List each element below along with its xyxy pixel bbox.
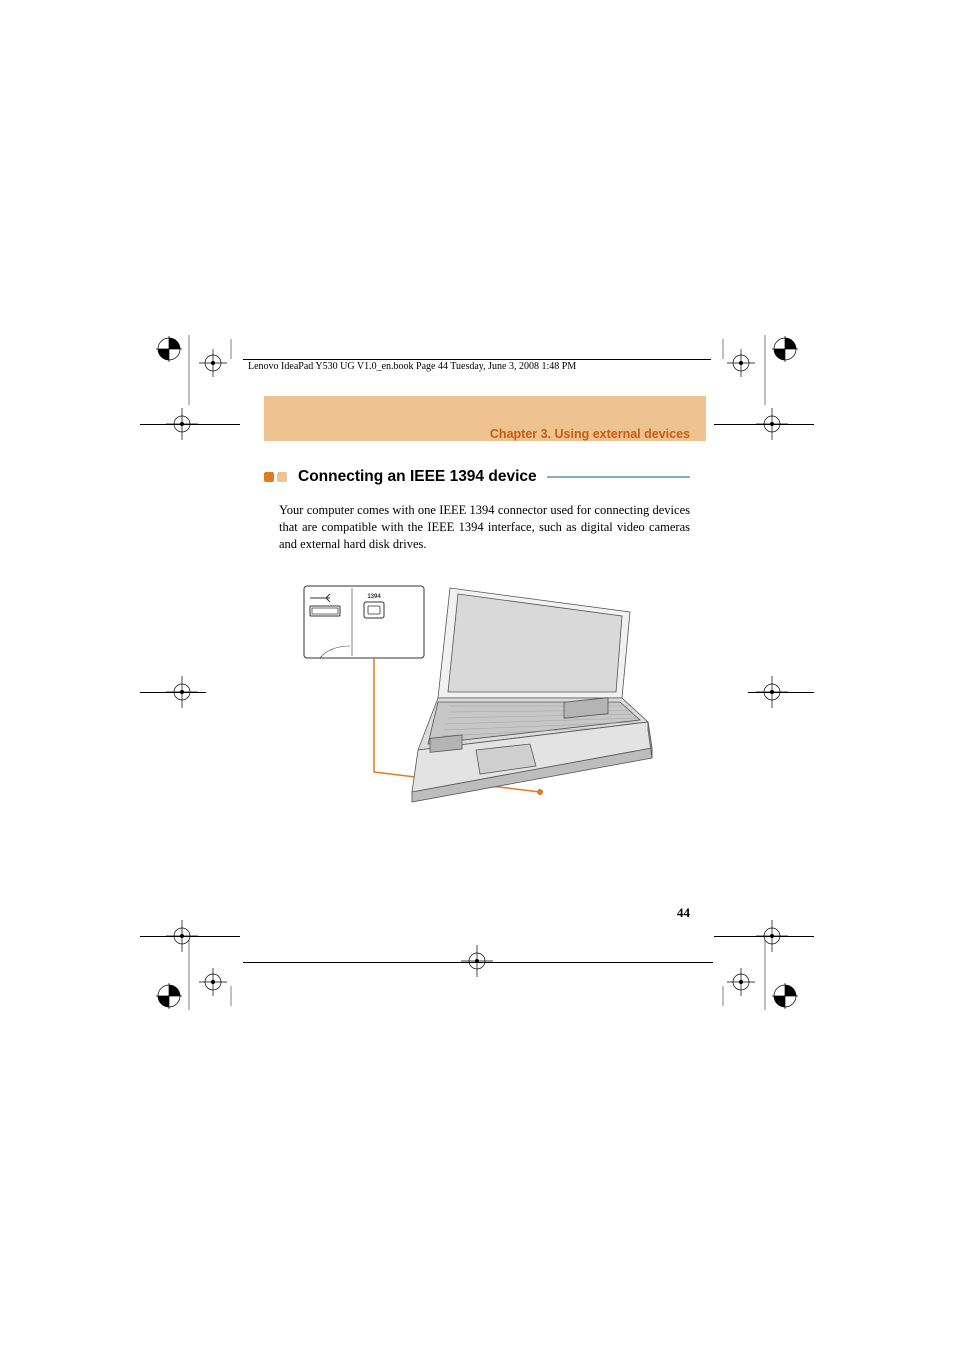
book-header-text: Lenovo IdeaPad Y530 UG V1.0_en.book Page… [248, 361, 576, 372]
page-number: 44 [677, 905, 690, 921]
bullet-tan-icon [277, 472, 287, 482]
bullet-orange-icon [264, 472, 274, 482]
guide-line [140, 936, 240, 937]
guide-line [748, 692, 814, 693]
body-paragraph: Your computer comes with one IEEE 1394 c… [279, 502, 690, 553]
guide-line [714, 424, 814, 425]
header-rule [243, 359, 711, 360]
chapter-title: Chapter 3. Using external devices [490, 427, 690, 441]
ieee1394-diagram: 1394 [300, 580, 660, 805]
guide-line [140, 692, 206, 693]
guide-line [140, 424, 240, 425]
label-1394: 1394 [367, 594, 381, 600]
guide-line [714, 936, 814, 937]
section-title: Connecting an IEEE 1394 device [298, 468, 537, 486]
section-heading: Connecting an IEEE 1394 device [264, 468, 690, 486]
guide-line [243, 962, 713, 963]
section-dash-line [547, 476, 690, 478]
